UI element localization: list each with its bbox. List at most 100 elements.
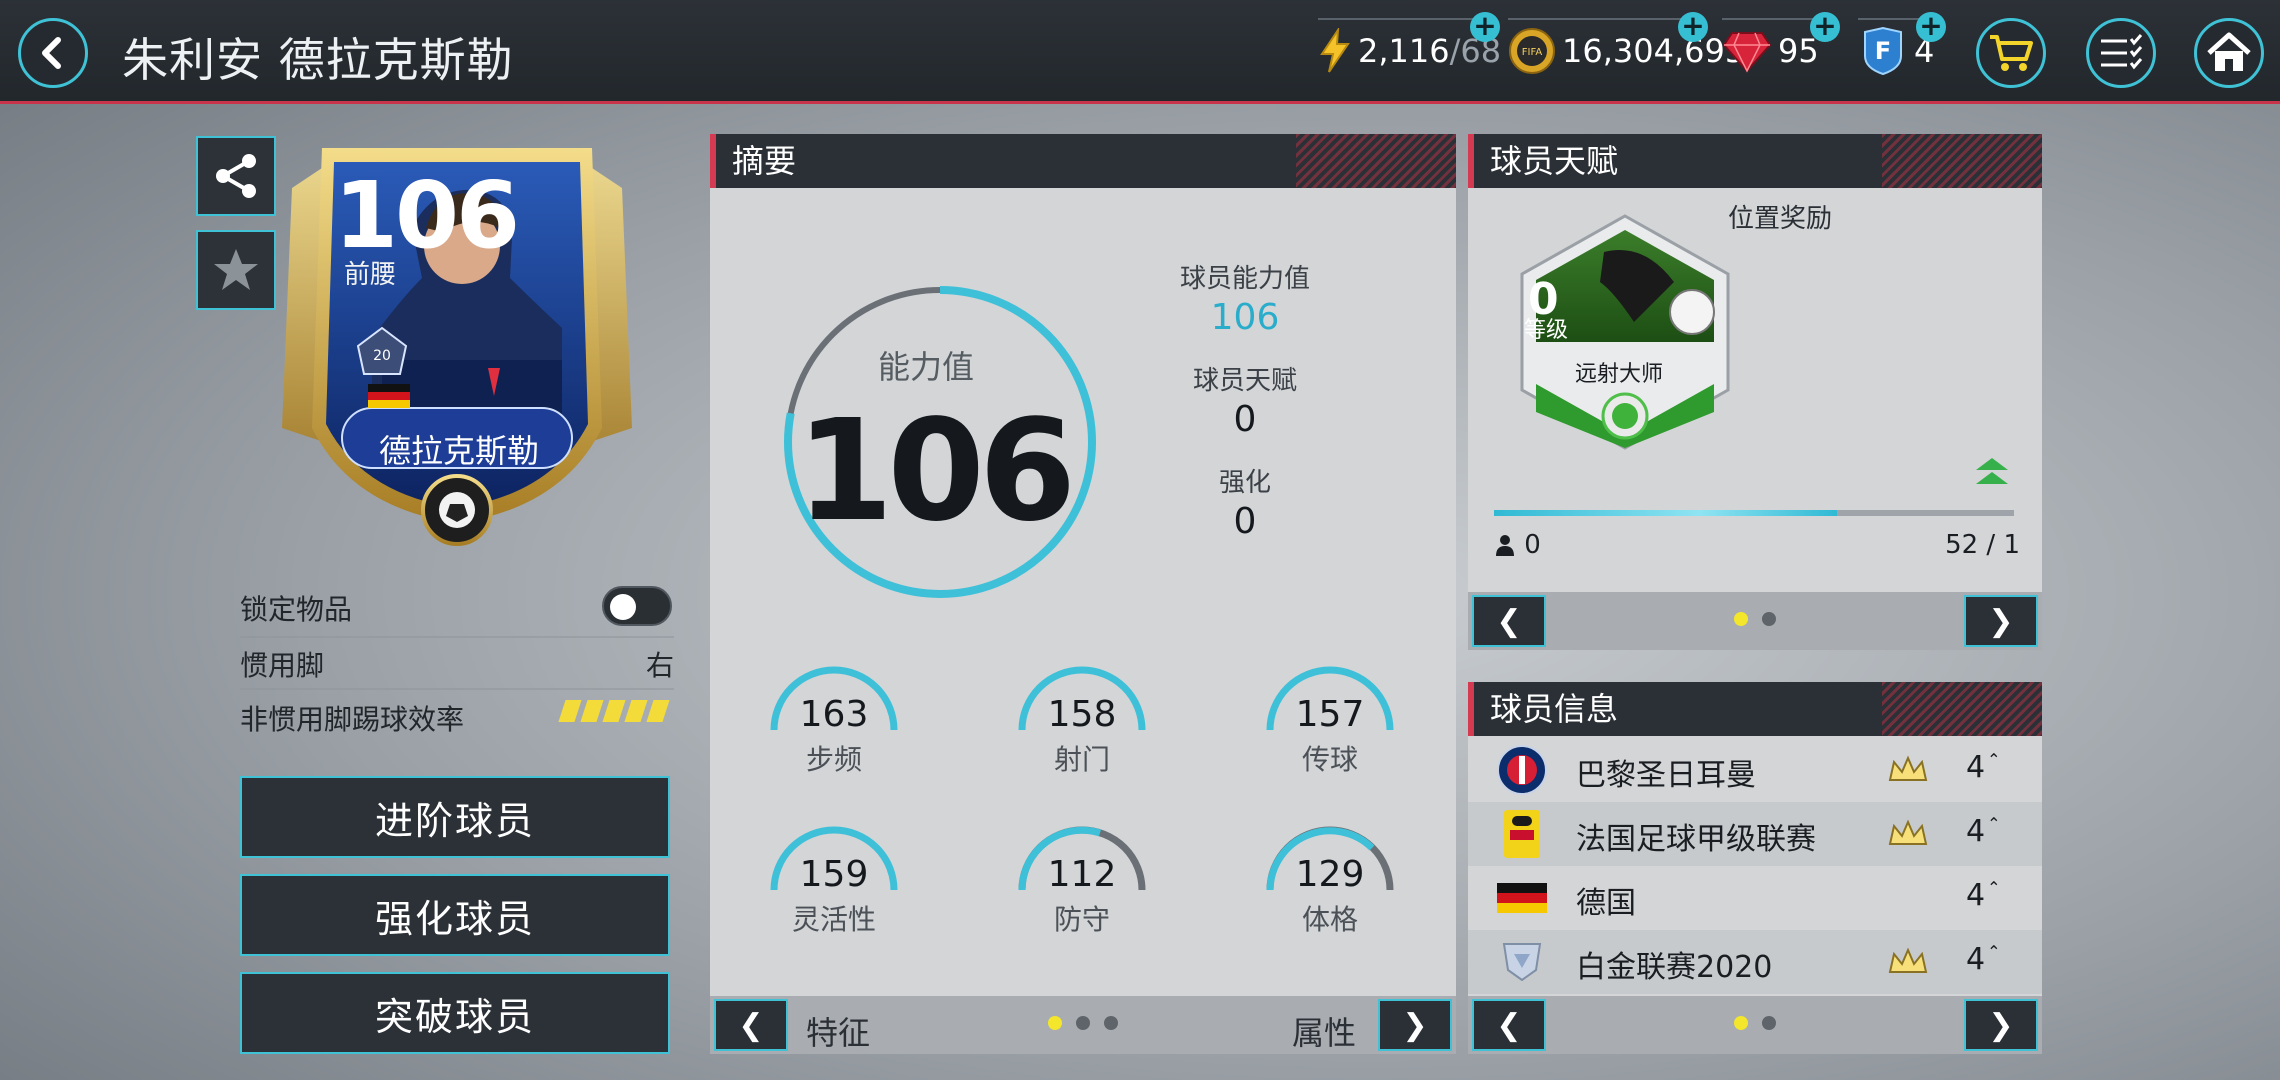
talent-title: 球员天赋	[1490, 142, 1619, 180]
cart-button[interactable]	[1976, 18, 2046, 88]
nation-row[interactable]: 德国 4 ⌃	[1468, 866, 2042, 930]
talent-owner-count: 0	[1494, 530, 1541, 560]
stat-value: 159	[799, 854, 869, 895]
talent-right-value: 52 / 1	[1945, 530, 2020, 560]
page-dot[interactable]	[1104, 1016, 1118, 1030]
add-f-points-button[interactable]: +	[1916, 12, 1946, 42]
stat-value: 158	[1047, 694, 1117, 735]
club-chem-level: 4 ⌃	[1966, 750, 2001, 785]
lock-toggle[interactable]	[602, 586, 672, 626]
add-energy-button[interactable]: +	[1470, 12, 1500, 42]
lightning-icon	[1318, 26, 1352, 76]
chevron-left-icon: ❮	[1496, 603, 1522, 639]
talent-next-button[interactable]: ❯	[1964, 595, 2038, 647]
info-next-button[interactable]: ❯	[1964, 999, 2038, 1051]
stat-label: 传球	[1301, 743, 1358, 776]
talent-left-value: 0	[1524, 530, 1541, 560]
lock-toggle-knob	[610, 594, 636, 620]
chem-level-value: 4	[1966, 878, 1986, 913]
add-coins-button[interactable]: +	[1678, 12, 1708, 42]
stat-shooting: 158 射门	[1002, 664, 1162, 784]
summary-tab-attributes[interactable]: 属性	[1292, 1008, 1356, 1054]
talent-prev-button[interactable]: ❮	[1472, 595, 1546, 647]
summary-next-button[interactable]: ❯	[1378, 999, 1452, 1051]
tasks-button[interactable]	[2086, 18, 2156, 88]
player-info-title: 球员信息	[1490, 690, 1619, 728]
upgrade-arrow-icon	[1976, 458, 2008, 484]
nation-name: 德国	[1576, 886, 1636, 921]
weak-foot-bar	[624, 700, 648, 722]
stat-passing: 157 传球	[1250, 664, 1410, 784]
league-row[interactable]: 法国足球甲级联赛 4 ⌃	[1468, 802, 2042, 866]
ability-block: 球员能力值 106	[1130, 258, 1360, 338]
program-row[interactable]: 白金联赛2020 4 ⌃	[1468, 930, 2042, 994]
info-prev-button[interactable]: ❮	[1472, 999, 1546, 1051]
club-crest-icon	[1494, 744, 1550, 796]
talent-skill-name: 远射大师	[1574, 362, 1663, 387]
home-button[interactable]	[2194, 18, 2264, 88]
weak-foot-bar	[646, 700, 670, 722]
back-button[interactable]	[18, 18, 88, 88]
page-title: 朱利安 德拉克斯勒	[122, 33, 514, 87]
page-dot[interactable]	[1048, 1016, 1062, 1030]
talent-page-dots	[1734, 612, 1776, 626]
cart-icon	[1990, 35, 2033, 71]
card-rating: 106	[334, 162, 520, 269]
summary-prev-button[interactable]: ❮	[714, 999, 788, 1051]
divider	[240, 636, 674, 638]
info-page-dots	[1734, 1016, 1776, 1030]
add-gems-button[interactable]: +	[1810, 12, 1840, 42]
f-points-counter[interactable]: + F 4	[1858, 8, 1946, 94]
ability-label: 球员能力值	[1179, 264, 1310, 294]
talent-block: 球员天赋 0	[1130, 360, 1360, 440]
energy-counter[interactable]: + 2,116/68	[1318, 8, 1501, 94]
boost-player-button[interactable]: 强化球员	[240, 874, 670, 956]
preferred-foot-label: 惯用脚	[240, 649, 325, 682]
gem-icon	[1722, 26, 1772, 76]
home-icon	[2207, 32, 2251, 71]
chevron-left-icon	[42, 37, 61, 69]
club-name: 巴黎圣日耳曼	[1576, 758, 1756, 793]
f-shield-icon: F	[1858, 26, 1908, 76]
chem-level-value: 4	[1966, 750, 1986, 785]
crown-icon	[1888, 947, 1928, 973]
page-dot[interactable]	[1762, 612, 1776, 626]
summary-tab-traits[interactable]: 特征	[806, 1008, 870, 1054]
weak-foot-bar	[602, 700, 626, 722]
page-dot[interactable]	[1734, 1016, 1748, 1030]
svg-text:20: 20	[373, 348, 391, 364]
player-info-panel: 球员信息 巴黎圣日耳曼 4 ⌃ 法国足球甲级联赛 4 ⌃ 德国 4 ⌃ 白金联赛202…	[1468, 682, 2042, 1054]
coin-counter[interactable]: + FIFA 16,304,695	[1508, 8, 1745, 94]
league-logo-icon	[1494, 808, 1550, 860]
page-dot[interactable]	[1734, 612, 1748, 626]
player-icon	[1496, 535, 1514, 556]
card-position: 前腰	[344, 260, 397, 290]
page-dot[interactable]	[1762, 1016, 1776, 1030]
stat-agility: 159 灵活性	[754, 824, 914, 944]
crown-icon	[1888, 755, 1928, 781]
germany-flag-icon	[1494, 872, 1550, 924]
top-bar: 朱利安 德拉克斯勒 + 2,116/68 + FIFA 16,304,695 +…	[0, 0, 2280, 104]
ability-value: 106	[1210, 297, 1280, 338]
stat-label: 射门	[1053, 743, 1110, 776]
player-info-footer: ❮ ❯	[1468, 996, 2042, 1054]
chem-level-value: 4	[1966, 814, 1986, 849]
chevron-right-icon: ❯	[1402, 1007, 1428, 1043]
coin-icon: FIFA	[1508, 26, 1556, 76]
weak-foot-rating	[558, 700, 670, 722]
chevron-left-icon: ❮	[738, 1007, 764, 1043]
chevron-right-icon: ❯	[1988, 603, 2014, 639]
stat-label: 体格	[1301, 903, 1358, 936]
club-row[interactable]: 巴黎圣日耳曼 4 ⌃	[1468, 738, 2042, 802]
talent-label: 球员天赋	[1192, 366, 1297, 396]
program-chem-level: 4 ⌃	[1966, 942, 2001, 977]
platinum-league-icon	[1494, 936, 1550, 988]
page-dot[interactable]	[1076, 1016, 1090, 1030]
promote-player-button[interactable]: 进阶球员	[240, 776, 670, 858]
talent-value: 0	[1233, 399, 1257, 440]
checklist-icon	[2101, 34, 2143, 70]
talent-level-label: 等级	[1524, 318, 1569, 343]
breakthrough-player-button[interactable]: 突破球员	[240, 972, 670, 1054]
gem-counter[interactable]: + 95	[1722, 8, 1840, 94]
boost-value: 0	[1233, 501, 1257, 542]
